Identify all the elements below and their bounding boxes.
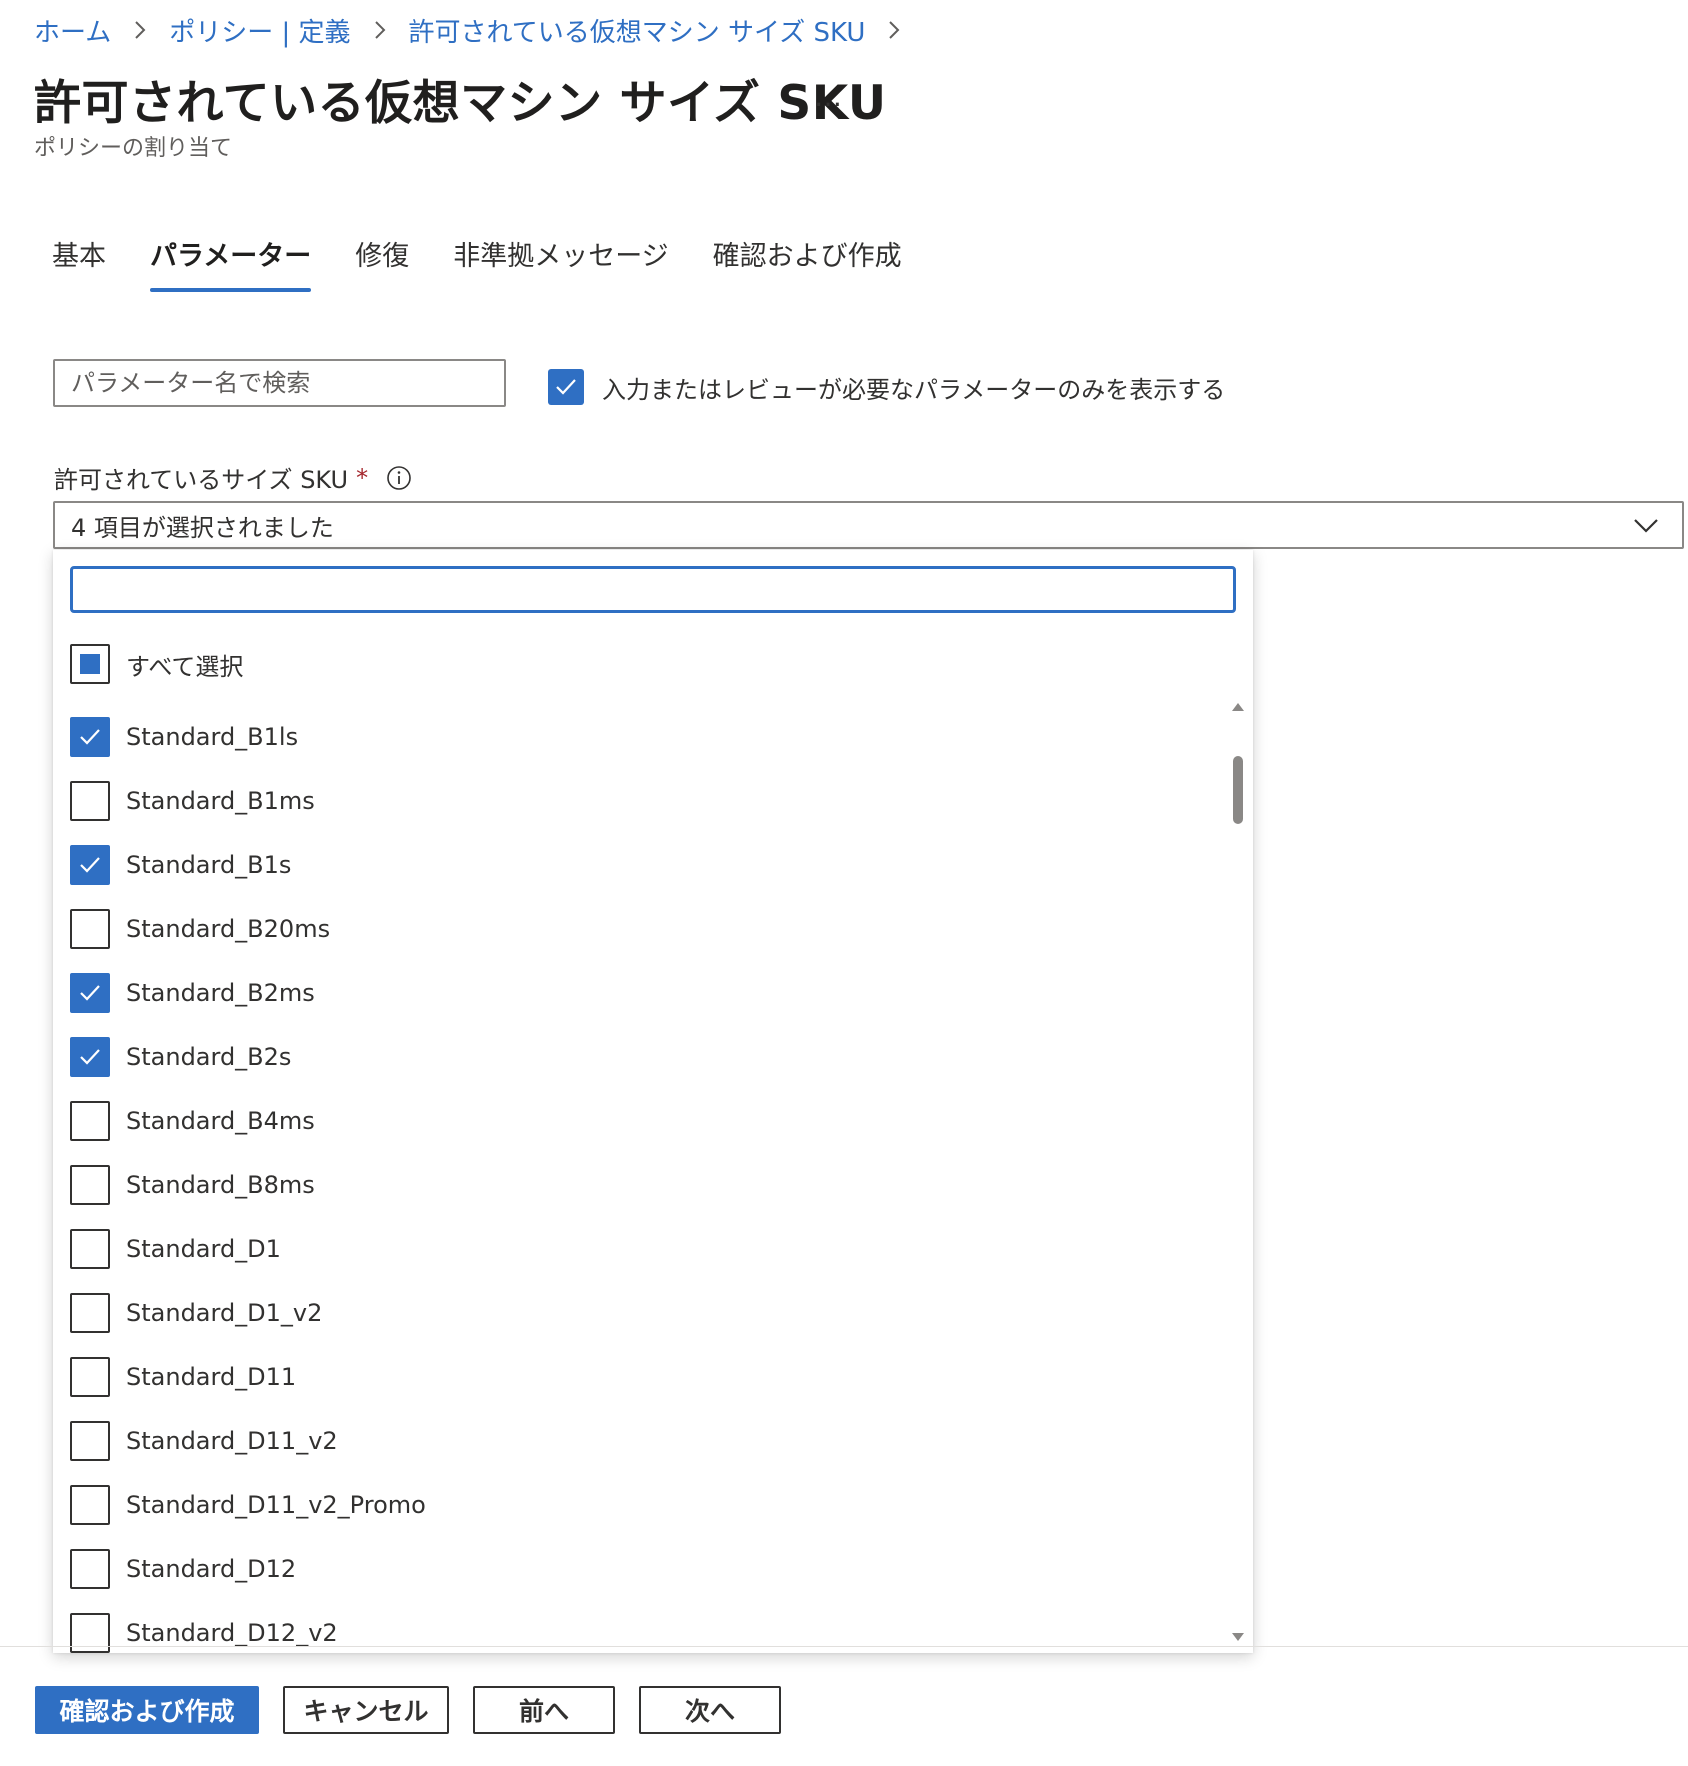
- sku-option-checkbox[interactable]: [70, 781, 110, 821]
- sku-option-checkbox[interactable]: [70, 1165, 110, 1205]
- breadcrumb-policy-definitions[interactable]: ポリシー | 定義: [169, 12, 350, 49]
- show-required-only-row: 入力またはレビューが必要なパラメーターのみを表示する: [548, 369, 1225, 405]
- chevron-right-icon: [133, 19, 147, 41]
- tab-remediation[interactable]: 修復: [355, 234, 409, 294]
- sku-option-label: Standard_D12: [126, 1555, 297, 1583]
- sku-option-label: Standard_D11: [126, 1363, 297, 1391]
- tab-basics[interactable]: 基本: [52, 234, 106, 294]
- parameter-search-input[interactable]: [53, 359, 506, 407]
- sku-option[interactable]: Standard_D1_v2: [70, 1281, 1220, 1345]
- tab-review-create[interactable]: 確認および作成: [713, 234, 902, 294]
- scrollbar-thumb[interactable]: [1233, 756, 1243, 824]
- checkmark-icon: [80, 1049, 100, 1065]
- sku-option-checkbox[interactable]: [70, 973, 110, 1013]
- show-required-only-label: 入力またはレビューが必要なパラメーターのみを表示する: [602, 375, 1226, 404]
- allowed-sku-dropdown[interactable]: 4 項目が選択されました: [53, 501, 1684, 549]
- sku-option-label: Standard_B8ms: [126, 1171, 315, 1199]
- sku-option-label: Standard_B2s: [126, 1043, 292, 1071]
- cancel-button[interactable]: キャンセル: [283, 1686, 449, 1734]
- scroll-up-arrow-icon[interactable]: [1231, 700, 1245, 714]
- sku-option-label: Standard_D11_v2: [126, 1427, 338, 1455]
- footer-actions: 確認および作成 キャンセル 前へ 次へ: [35, 1686, 781, 1734]
- sku-option-checkbox[interactable]: [70, 717, 110, 757]
- sku-option[interactable]: Standard_B20ms: [70, 897, 1220, 961]
- breadcrumb-policy[interactable]: 許可されている仮想マシン サイズ SKU: [409, 12, 866, 49]
- sku-option-checkbox[interactable]: [70, 1421, 110, 1461]
- page-subtitle: ポリシーの割り当て: [34, 136, 233, 161]
- sku-option[interactable]: Standard_D11_v2: [70, 1409, 1220, 1473]
- scroll-down-arrow-icon[interactable]: [1231, 1630, 1245, 1644]
- tab-parameters[interactable]: パラメーター: [150, 234, 312, 294]
- checkmark-icon: [80, 729, 100, 745]
- sku-option-checkbox[interactable]: [70, 1613, 110, 1653]
- tab-non-compliance-messages[interactable]: 非準拠メッセージ: [453, 234, 668, 294]
- chevron-down-icon: [1634, 519, 1658, 533]
- sku-option-label: Standard_B4ms: [126, 1107, 315, 1135]
- tab-bar: 基本 パラメーター 修復 非準拠メッセージ 確認および作成: [52, 234, 902, 294]
- next-button[interactable]: 次へ: [639, 1686, 781, 1734]
- sku-option-label: Standard_B2ms: [126, 979, 315, 1007]
- sku-option-checkbox[interactable]: [70, 845, 110, 885]
- sku-option-checkbox[interactable]: [70, 1357, 110, 1397]
- sku-option-label: Standard_B1s: [126, 851, 292, 879]
- dropdown-filter-input[interactable]: [70, 566, 1236, 613]
- page-title: 許可されている仮想マシン サイズ SKU: [34, 76, 887, 131]
- sku-option[interactable]: Standard_B4ms: [70, 1089, 1220, 1153]
- chevron-right-icon: [373, 19, 387, 41]
- sku-option-checkbox[interactable]: [70, 909, 110, 949]
- allowed-sku-field-label-row: 許可されているサイズ SKU *: [54, 460, 412, 495]
- sku-option[interactable]: Standard_D11_v2_Promo: [70, 1473, 1220, 1537]
- sku-option-label: Standard_D12_v2: [126, 1619, 338, 1647]
- sku-option-label: Standard_B20ms: [126, 915, 331, 943]
- select-all-option[interactable]: すべて選択: [70, 644, 243, 684]
- previous-button[interactable]: 前へ: [473, 1686, 615, 1734]
- allowed-sku-field-label: 許可されているサイズ SKU: [54, 466, 349, 494]
- sku-option-label: Standard_D1: [126, 1235, 281, 1263]
- info-icon[interactable]: [386, 465, 412, 491]
- sku-option-checkbox[interactable]: [70, 1101, 110, 1141]
- sku-option[interactable]: Standard_B1s: [70, 833, 1220, 897]
- chevron-right-icon: [887, 19, 901, 41]
- breadcrumb: ホーム ポリシー | 定義 許可されている仮想マシン サイズ SKU: [34, 12, 923, 48]
- sku-option[interactable]: Standard_B8ms: [70, 1153, 1220, 1217]
- more-options-button[interactable]: …: [812, 78, 844, 114]
- breadcrumb-home[interactable]: ホーム: [34, 12, 111, 49]
- review-create-button[interactable]: 確認および作成: [35, 1686, 259, 1734]
- sku-option-checkbox[interactable]: [70, 1037, 110, 1077]
- sku-option-label: Standard_D1_v2: [126, 1299, 323, 1327]
- select-all-checkbox[interactable]: [70, 644, 110, 684]
- sku-option[interactable]: Standard_B2ms: [70, 961, 1220, 1025]
- dropdown-selected-value: 4 項目が選択されました: [71, 513, 334, 542]
- checkmark-icon: [80, 985, 100, 1001]
- sku-option-checkbox[interactable]: [70, 1549, 110, 1589]
- options-list: Standard_B1ls Standard_B1ms Standard_B1s St…: [70, 705, 1220, 1653]
- sku-option-checkbox[interactable]: [70, 1293, 110, 1333]
- sku-option-checkbox[interactable]: [70, 1229, 110, 1269]
- select-all-label: すべて選択: [126, 652, 244, 681]
- dropdown-panel: すべて選択 Standard_B1ls Standard_B1ms Standard…: [53, 550, 1253, 1653]
- sku-option[interactable]: Standard_D11: [70, 1345, 1220, 1409]
- scrollbar[interactable]: [1229, 700, 1247, 1650]
- sku-option[interactable]: Standard_B2s: [70, 1025, 1220, 1089]
- sku-option-label: Standard_B1ls: [126, 723, 299, 751]
- sku-option[interactable]: Standard_D12: [70, 1537, 1220, 1601]
- required-indicator: *: [356, 463, 369, 492]
- sku-option-label: Standard_B1ms: [126, 787, 315, 815]
- show-required-only-checkbox[interactable]: [548, 369, 584, 405]
- checkmark-icon: [556, 379, 576, 395]
- sku-option-label: Standard_D11_v2_Promo: [126, 1491, 426, 1519]
- sku-option[interactable]: Standard_D1: [70, 1217, 1220, 1281]
- footer-divider: [0, 1646, 1688, 1647]
- checkmark-icon: [80, 857, 100, 873]
- sku-option[interactable]: Standard_B1ls: [70, 705, 1220, 769]
- sku-option[interactable]: Standard_B1ms: [70, 769, 1220, 833]
- sku-option-checkbox[interactable]: [70, 1485, 110, 1525]
